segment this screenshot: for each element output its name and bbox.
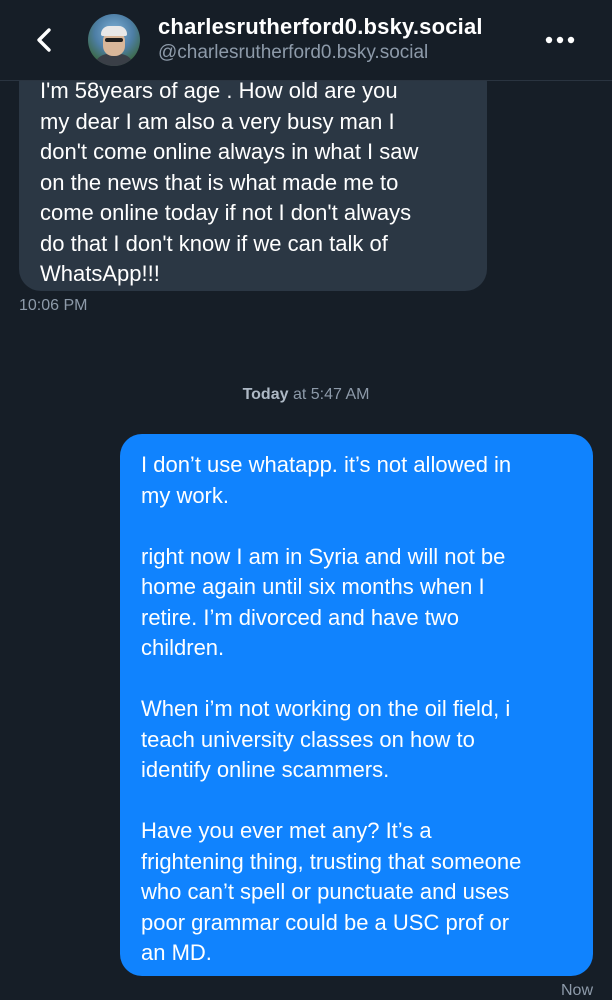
date-separator: Today at 5:47 AM bbox=[0, 386, 612, 404]
display-name[interactable]: charlesrutherford0.bsky.social bbox=[158, 14, 483, 40]
back-button[interactable] bbox=[28, 22, 60, 58]
message-timestamp: 10:06 PM bbox=[19, 297, 88, 314]
more-options-button[interactable] bbox=[540, 24, 580, 56]
conversation-header: charlesrutherford0.bsky.social @charlesr… bbox=[0, 0, 612, 81]
outgoing-message-bubble[interactable]: I don’t use whatapp. it’s not allowed in… bbox=[120, 434, 593, 976]
more-horizontal-icon bbox=[545, 36, 575, 44]
chevron-left-icon bbox=[37, 28, 51, 52]
incoming-message-bubble[interactable]: I'm 58years of age . How old are you my … bbox=[19, 60, 487, 291]
date-separator-day: Today bbox=[242, 386, 289, 403]
message-timestamp: Now bbox=[560, 982, 593, 999]
user-handle: @charlesrutherford0.bsky.social bbox=[158, 42, 429, 63]
date-separator-time: at 5:47 AM bbox=[288, 386, 370, 403]
avatar[interactable] bbox=[88, 14, 140, 66]
